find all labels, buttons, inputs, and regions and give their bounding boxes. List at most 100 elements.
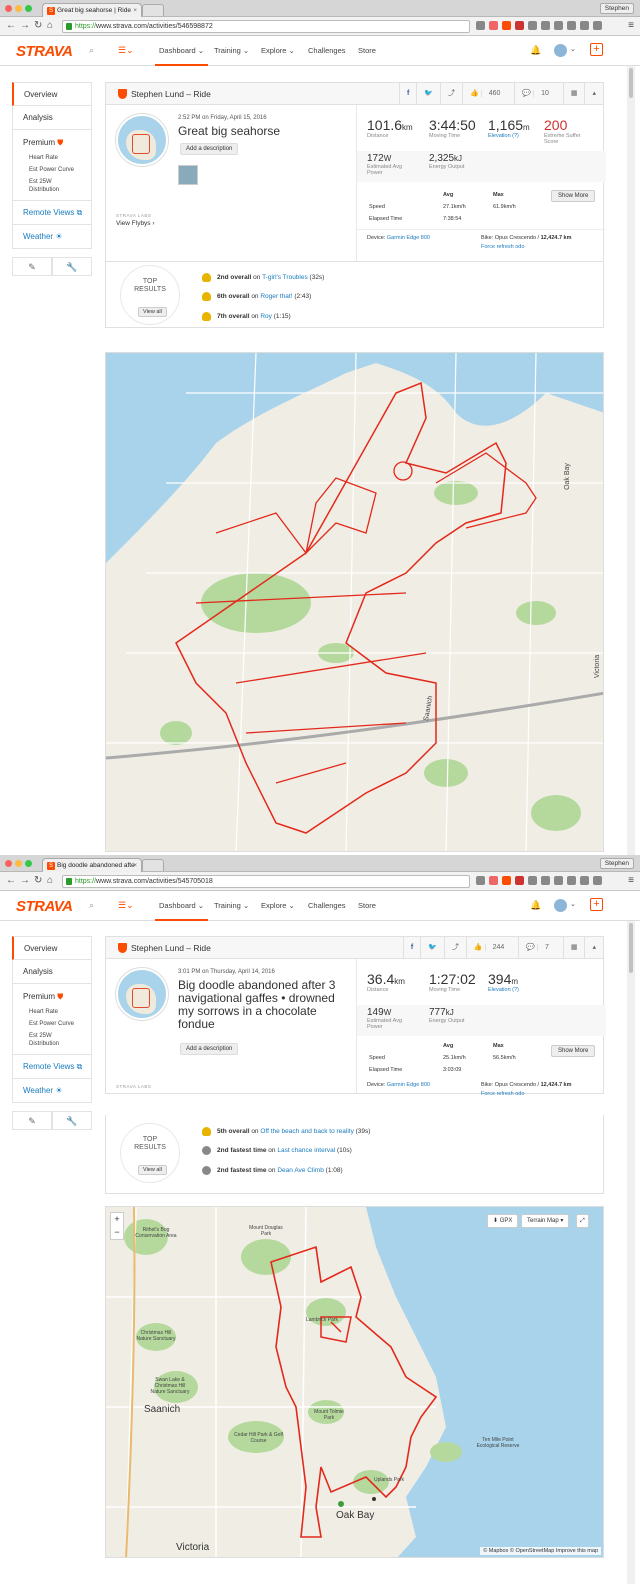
home-icon[interactable]: ⌂ <box>47 20 53 31</box>
upload-plus-icon[interactable]: + <box>590 898 603 911</box>
collapse-icon[interactable]: ▴ <box>584 83 603 104</box>
browser-menu-icon[interactable]: ≡ <box>628 875 634 886</box>
menu-icon[interactable]: ☰⌄ <box>118 45 134 56</box>
route-map[interactable]: + − ⬇ GPX Terrain Map ▾ ⤢ Saanich Oak Bay… <box>105 1206 604 1558</box>
comments-button[interactable]: 💬 7 <box>518 937 563 958</box>
nav-challenges[interactable]: Challenges <box>308 46 346 55</box>
browser-tab-active[interactable]: S Great big seahorse | Ride × <box>42 3 142 17</box>
stat-elevation[interactable]: 1,165m Elevation (?) <box>488 117 530 139</box>
refresh-odo-link[interactable]: Force refresh odo <box>481 1086 606 1097</box>
url-field[interactable]: https://www.strava.com/activities/546598… <box>62 20 470 33</box>
show-more-button[interactable]: Show More <box>551 190 596 202</box>
profile-chip[interactable]: Stephen <box>599 858 634 869</box>
share-icon[interactable]: ⤴ <box>443 937 466 958</box>
add-description-button[interactable]: Add a description <box>180 143 239 155</box>
window-controls[interactable] <box>5 860 35 869</box>
forward-icon[interactable]: → <box>20 875 30 886</box>
route-thumbnail[interactable] <box>116 968 168 1020</box>
search-icon[interactable]: ⌕ <box>89 45 94 56</box>
sidebar-premium[interactable]: Premium ⛊ Heart Rate Est Power Curve Est… <box>12 984 92 1055</box>
twitter-icon[interactable]: 🐦 <box>416 83 440 104</box>
photo-thumbnail[interactable] <box>178 165 198 185</box>
forward-icon[interactable]: → <box>20 20 30 31</box>
avatar[interactable] <box>554 899 567 912</box>
nav-store[interactable]: Store <box>358 901 376 910</box>
show-more-button[interactable]: Show More <box>551 1045 596 1057</box>
qr-icon[interactable]: ▦ <box>562 937 585 958</box>
nav-explore[interactable]: Explore ⌄ <box>261 901 295 910</box>
sidebar-overview[interactable]: Overview <box>12 82 92 106</box>
reload-icon[interactable]: ↻ <box>34 875 42 886</box>
sidebar-weather[interactable]: Weather ☀ <box>12 1079 92 1103</box>
add-description-button[interactable]: Add a description <box>180 1043 239 1055</box>
map-attribution[interactable]: © Mapbox © OpenStreetMap Improve this ma… <box>480 1547 601 1555</box>
close-tab-icon[interactable]: × <box>133 859 137 872</box>
upload-plus-icon[interactable]: + <box>590 43 603 56</box>
chevron-down-icon[interactable]: ⌄ <box>570 900 576 908</box>
nav-challenges[interactable]: Challenges <box>308 901 346 910</box>
nav-dashboard[interactable]: Dashboard ⌄ <box>155 901 209 921</box>
nav-store[interactable]: Store <box>358 46 376 55</box>
qr-icon[interactable]: ▦ <box>562 83 585 104</box>
kudos-button[interactable]: 👍 244 <box>465 937 518 958</box>
notifications-icon[interactable]: 🔔 <box>530 900 541 911</box>
new-tab-button[interactable] <box>142 859 164 871</box>
device-link[interactable]: Garmin Edge 800 <box>387 1082 430 1088</box>
device-link[interactable]: Garmin Edge 800 <box>387 235 430 241</box>
close-tab-icon[interactable]: × <box>133 4 137 17</box>
window-controls[interactable] <box>5 5 35 14</box>
browser-tab-active[interactable]: S Big doodle abandoned afte × <box>42 858 142 872</box>
zoom-in-icon[interactable]: + <box>111 1213 123 1226</box>
nav-training[interactable]: Training ⌄ <box>214 901 249 910</box>
home-icon[interactable]: ⌂ <box>47 875 53 886</box>
reload-icon[interactable]: ↻ <box>34 20 42 31</box>
wrench-icon[interactable]: 🔧 <box>52 257 92 276</box>
menu-icon[interactable]: ☰⌄ <box>118 900 134 911</box>
extension-icons[interactable] <box>476 876 606 887</box>
sidebar-analysis[interactable]: Analysis <box>12 106 92 130</box>
view-all-button[interactable]: View all <box>138 1165 167 1175</box>
refresh-odo-link[interactable]: Force refresh odo <box>481 244 524 250</box>
strava-logo[interactable]: STRAVA <box>16 898 73 915</box>
edit-icon[interactable]: ✎ <box>12 1111 52 1130</box>
wrench-icon[interactable]: 🔧 <box>52 1111 92 1130</box>
url-field[interactable]: https://www.strava.com/activities/545705… <box>62 875 470 888</box>
scrollbar[interactable] <box>627 66 635 855</box>
profile-chip[interactable]: Stephen <box>599 3 634 14</box>
nav-dashboard[interactable]: Dashboard ⌄ <box>155 46 209 66</box>
new-tab-button[interactable] <box>142 4 164 16</box>
athlete-name[interactable]: Stephen Lund – Ride <box>131 89 211 99</box>
gpx-button[interactable]: ⬇ GPX <box>487 1214 519 1228</box>
zoom-controls[interactable]: + − <box>110 1212 124 1240</box>
browser-menu-icon[interactable]: ≡ <box>628 20 634 31</box>
back-icon[interactable]: ← <box>6 20 16 31</box>
sidebar-remote-views[interactable]: Remote Views ⧉ <box>12 1055 92 1079</box>
facebook-icon[interactable]: f <box>398 83 416 104</box>
sidebar-overview[interactable]: Overview <box>12 936 92 960</box>
view-all-button[interactable]: View all <box>138 307 167 317</box>
avatar[interactable] <box>554 44 567 57</box>
facebook-icon[interactable]: f <box>402 937 420 958</box>
nav-explore[interactable]: Explore ⌄ <box>261 46 295 55</box>
twitter-icon[interactable]: 🐦 <box>420 937 444 958</box>
sidebar-premium[interactable]: Premium ⛊ Heart Rate Est Power Curve Est… <box>12 130 92 201</box>
athlete-name[interactable]: Stephen Lund – Ride <box>131 943 211 953</box>
notifications-icon[interactable]: 🔔 <box>530 45 541 56</box>
comments-button[interactable]: 💬 10 <box>514 83 562 104</box>
collapse-icon[interactable]: ▴ <box>584 937 603 958</box>
share-icon[interactable]: ⤴ <box>440 83 462 104</box>
extension-icons[interactable] <box>476 21 606 32</box>
scrollbar[interactable] <box>627 921 635 1584</box>
back-icon[interactable]: ← <box>6 875 16 886</box>
edit-icon[interactable]: ✎ <box>12 257 52 276</box>
route-map[interactable]: Oak Bay Victoria Saanich <box>105 352 604 852</box>
route-thumbnail[interactable] <box>116 114 168 166</box>
kudos-button[interactable]: 👍 460 <box>462 83 514 104</box>
strava-logo[interactable]: STRAVA <box>16 43 73 60</box>
chevron-down-icon[interactable]: ⌄ <box>570 45 576 53</box>
view-flybys-link[interactable]: View Flybys › <box>116 220 155 227</box>
nav-training[interactable]: Training ⌄ <box>214 46 249 55</box>
fullscreen-icon[interactable]: ⤢ <box>576 1214 589 1228</box>
stat-elevation[interactable]: 394m Elevation (?) <box>488 971 519 993</box>
sidebar-remote-views[interactable]: Remote Views ⧉ <box>12 201 92 225</box>
